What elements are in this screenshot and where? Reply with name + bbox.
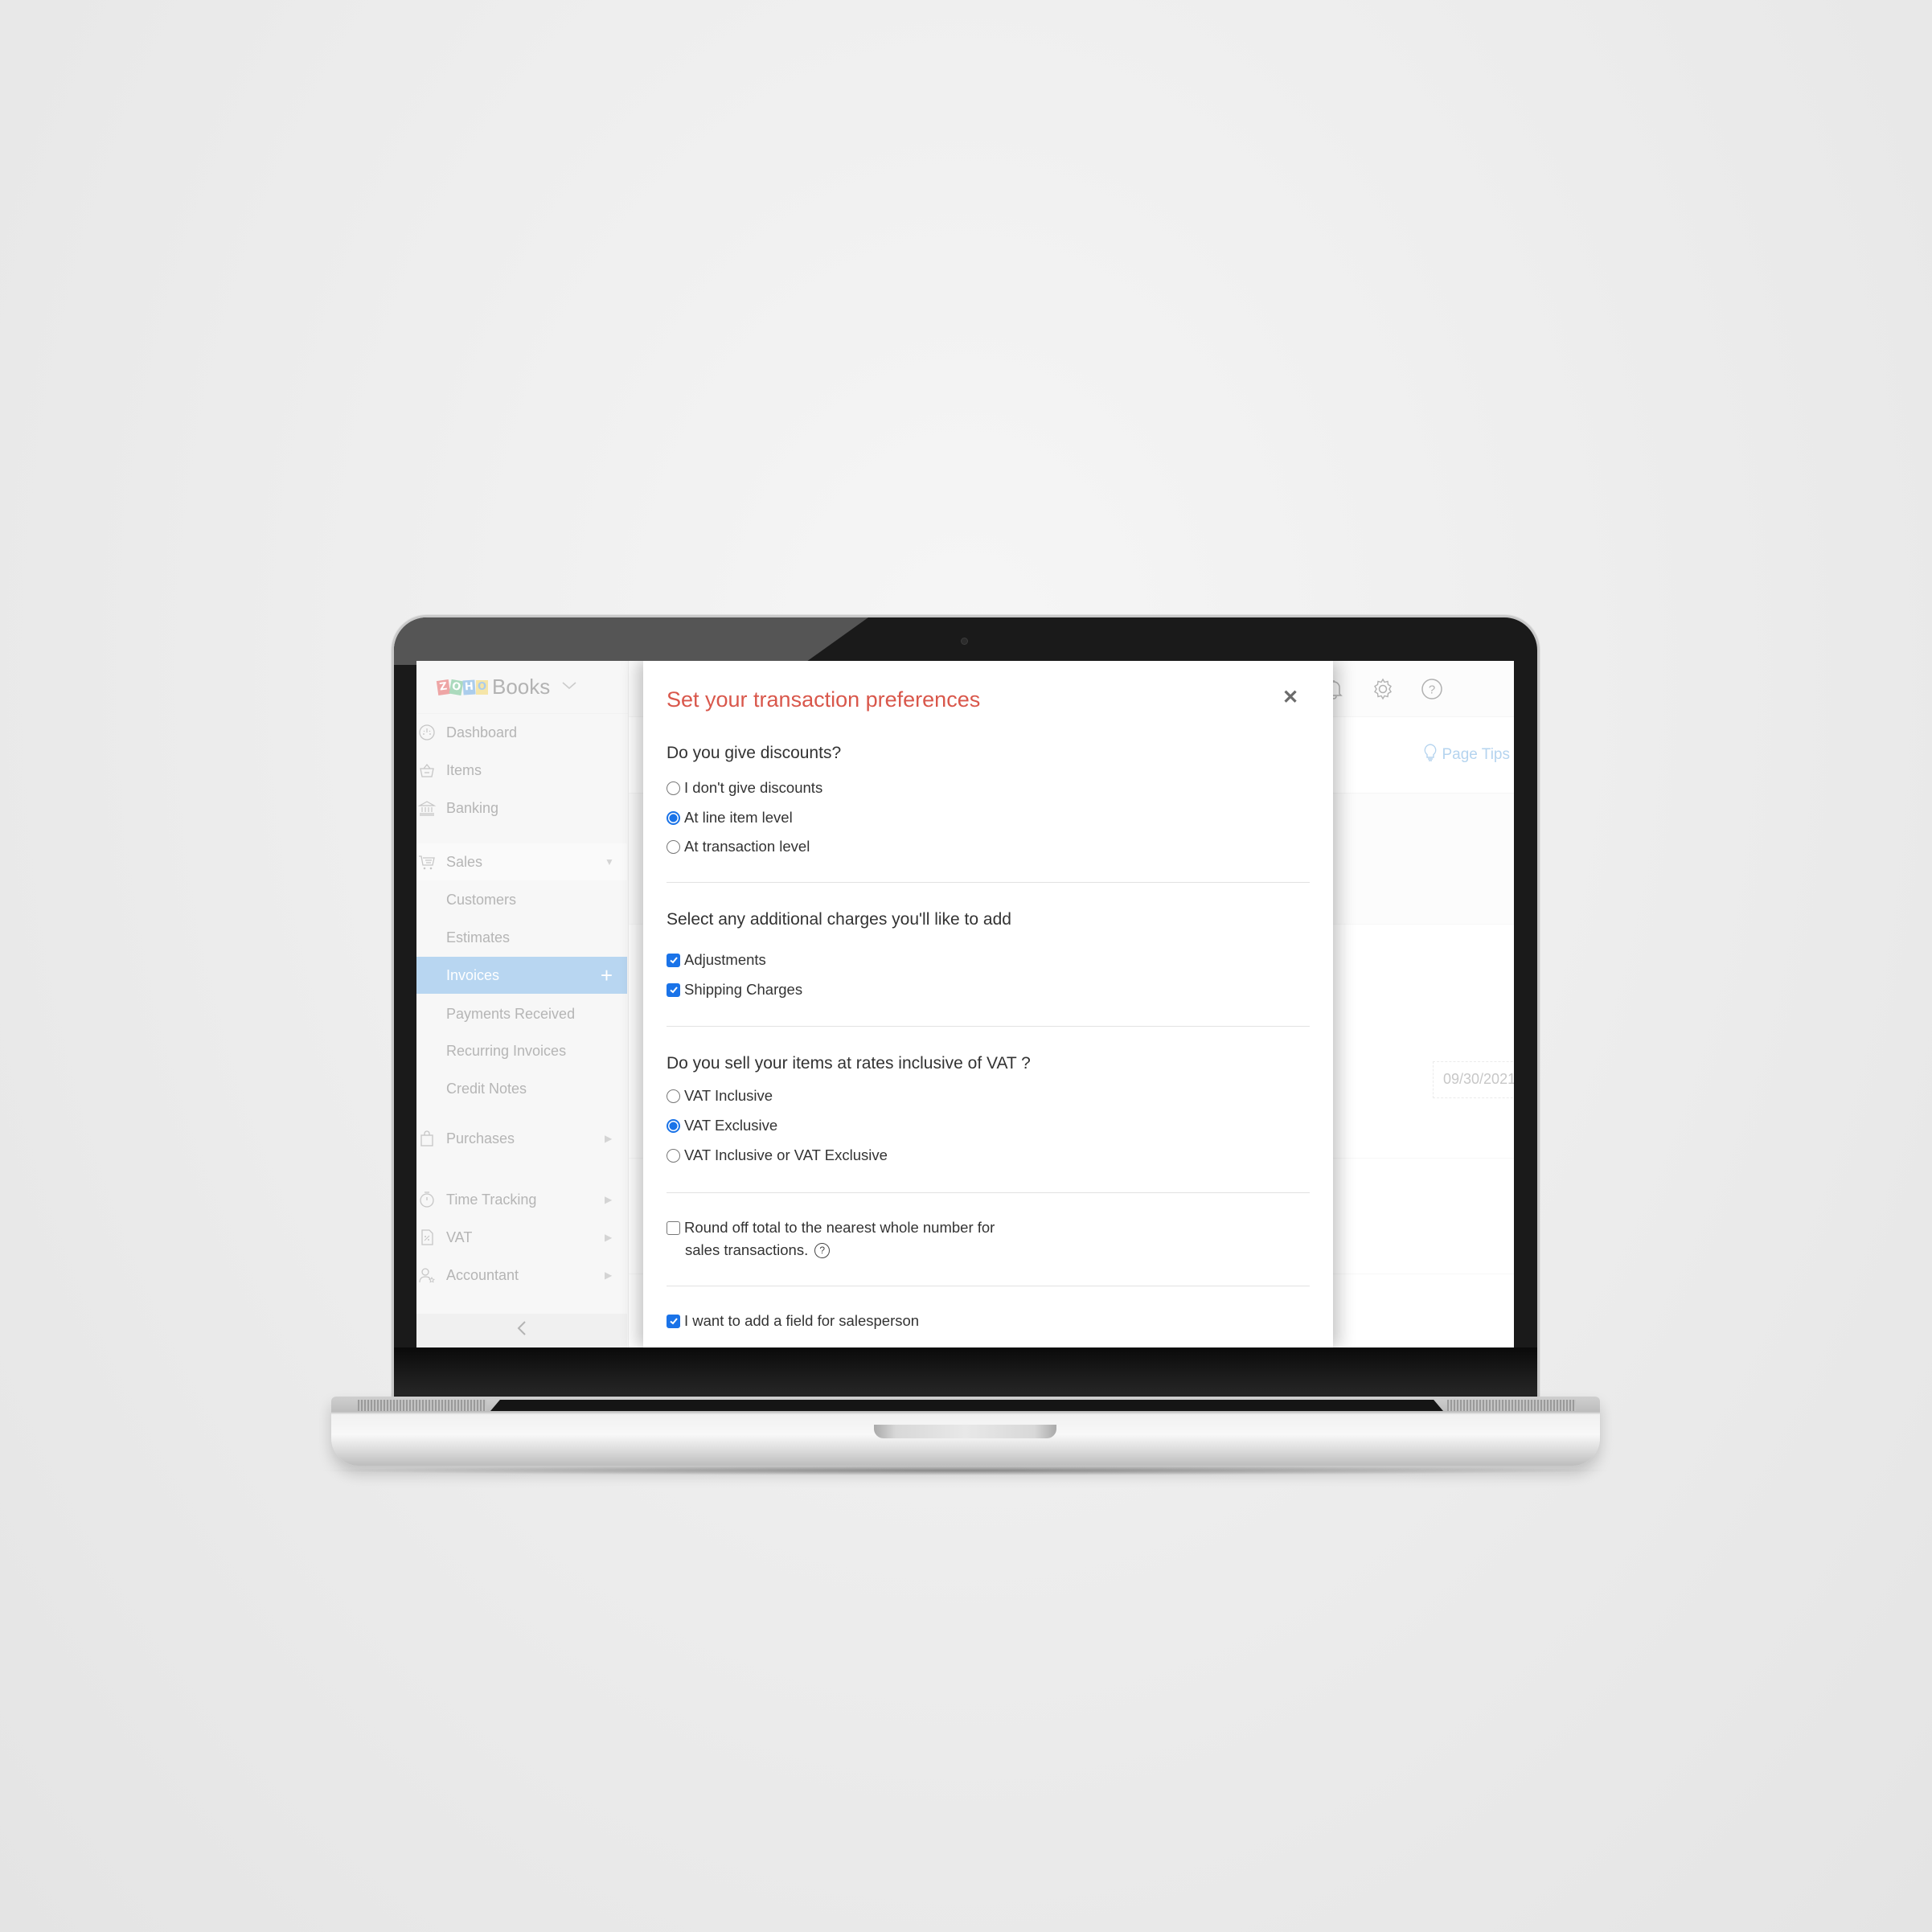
option-label: I don't give discounts	[684, 779, 823, 796]
vat-option-exclusive[interactable]: VAT Exclusive	[667, 1115, 777, 1136]
option-label: VAT Exclusive	[684, 1117, 778, 1134]
discount-option-none[interactable]: I don't give discounts	[667, 777, 822, 798]
discount-option-line-item[interactable]: At line item level	[667, 807, 793, 828]
checkbox[interactable]	[667, 1220, 680, 1235]
checkbox-checked[interactable]	[667, 982, 680, 997]
radio-button-selected[interactable]	[667, 810, 680, 825]
checkbox-checked[interactable]	[667, 1314, 680, 1328]
section-divider	[667, 882, 1310, 883]
option-label: At line item level	[684, 809, 793, 826]
section-divider	[667, 1192, 1310, 1193]
charges-question: Select any additional charges you'll lik…	[667, 910, 1011, 929]
option-label: I want to add a field for salesperson	[684, 1312, 920, 1329]
discount-option-transaction[interactable]: At transaction level	[667, 836, 810, 857]
app-screen: Z O H O Books Dashboard Items Banking Sa…	[416, 661, 1514, 1347]
camera-icon	[961, 638, 968, 645]
option-label: sales transactions.	[685, 1241, 809, 1258]
round-off-option[interactable]: Round off total to the nearest whole num…	[667, 1217, 995, 1238]
close-icon[interactable]: ✕	[1278, 685, 1302, 709]
radio-button[interactable]	[667, 781, 680, 795]
speaker-grille-right	[1447, 1400, 1576, 1411]
radio-button-selected[interactable]	[667, 1118, 680, 1133]
salesperson-option[interactable]: I want to add a field for salesperson	[667, 1311, 919, 1331]
radio-button[interactable]	[667, 839, 680, 854]
vat-question: Do you sell your items at rates inclusiv…	[667, 1054, 1031, 1073]
modal-title: Set your transaction preferences	[667, 687, 981, 712]
laptop-shadow	[306, 1466, 1624, 1475]
transaction-preferences-modal: Set your transaction preferences ✕ Do yo…	[643, 661, 1333, 1347]
speaker-grille-left	[358, 1400, 486, 1411]
section-divider	[667, 1026, 1310, 1027]
option-label: At transaction level	[684, 838, 810, 855]
keyboard-edge	[490, 1400, 1443, 1411]
option-label: Adjustments	[684, 951, 766, 968]
help-icon[interactable]: ?	[814, 1242, 831, 1258]
vat-option-either[interactable]: VAT Inclusive or VAT Exclusive	[667, 1145, 888, 1166]
lid-opening-notch	[874, 1425, 1056, 1438]
laptop-chin	[394, 1347, 1537, 1396]
option-label: VAT Inclusive	[684, 1087, 773, 1104]
option-label: VAT Inclusive or VAT Exclusive	[684, 1146, 888, 1163]
checkbox-checked[interactable]	[667, 953, 680, 967]
option-label: Shipping Charges	[684, 981, 803, 998]
vat-option-inclusive[interactable]: VAT Inclusive	[667, 1085, 773, 1106]
radio-button[interactable]	[667, 1148, 680, 1163]
charge-option-shipping[interactable]: Shipping Charges	[667, 979, 802, 1000]
charge-option-adjustments[interactable]: Adjustments	[667, 950, 766, 970]
discounts-question: Do you give discounts?	[667, 744, 842, 762]
option-label: Round off total to the nearest whole num…	[684, 1219, 995, 1236]
radio-button[interactable]	[667, 1089, 680, 1103]
round-off-option-line2: sales transactions. ?	[685, 1241, 831, 1259]
